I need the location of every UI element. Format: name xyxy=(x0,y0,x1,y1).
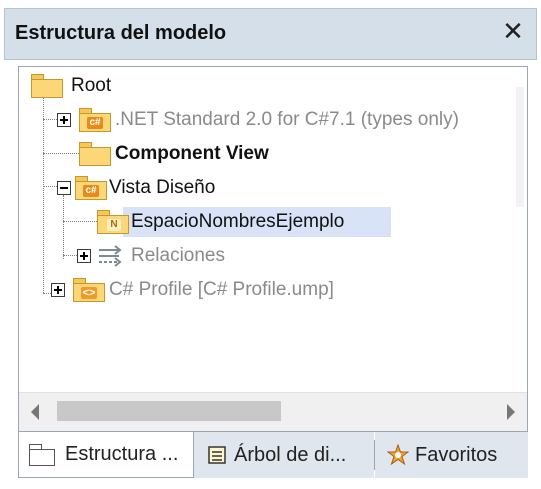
horizontal-scrollbar[interactable] xyxy=(19,392,527,431)
scroll-left-icon[interactable] xyxy=(31,404,39,420)
panel-tabs: Estructura ... Árbol de di... Favoritos xyxy=(18,432,528,480)
collapse-icon[interactable] xyxy=(57,181,71,195)
tab-label: Árbol de di... xyxy=(234,443,347,466)
tree-item-relaciones[interactable]: Relaciones xyxy=(19,241,499,271)
tree-item-label: Relaciones xyxy=(131,245,225,266)
tree-item-espacio-nombres-ejemplo[interactable]: N EspacioNombresEjemplo xyxy=(19,207,499,237)
tree-item-vista-diseno[interactable]: c# Vista Diseño xyxy=(19,173,499,203)
model-tree[interactable]: Root c# .NET Standard 2.0 for C#7.1 (typ… xyxy=(18,66,528,432)
tab-favoritos[interactable]: Favoritos xyxy=(375,432,528,478)
tab-arbol-diagramas[interactable]: Árbol de di... xyxy=(194,432,374,478)
tree-item-label: Root xyxy=(71,75,112,96)
diagram-tree-icon xyxy=(208,446,226,464)
panel-title: Estructura del modelo xyxy=(15,22,227,44)
tab-estructura[interactable]: Estructura ... xyxy=(18,432,194,478)
csharp-folder-icon: c# xyxy=(75,176,107,200)
tree-item-root[interactable]: Root xyxy=(19,71,499,101)
tree-item-component-view[interactable]: Component View xyxy=(19,139,499,169)
tree-item-dotnet-standard[interactable]: c# .NET Standard 2.0 for C#7.1 (types on… xyxy=(19,105,499,135)
profile-folder-icon: <> xyxy=(73,278,105,302)
folder-icon xyxy=(29,443,55,466)
tree-item-label: Vista Diseño xyxy=(109,177,216,198)
tree-item-label: Component View xyxy=(115,143,269,164)
folder-icon xyxy=(31,74,63,98)
scrollbar-thumb[interactable] xyxy=(57,401,281,421)
expand-icon[interactable] xyxy=(51,283,65,297)
expand-icon[interactable] xyxy=(77,249,91,263)
panel-titlebar: Estructura del modelo ✕ xyxy=(4,8,537,60)
expand-icon[interactable] xyxy=(57,113,71,127)
model-tree-panel: Estructura del modelo ✕ Root c# .NET Sta… xyxy=(0,0,541,489)
tab-label: Estructura ... xyxy=(65,443,179,465)
csharp-folder-icon: c# xyxy=(79,108,111,132)
relations-icon xyxy=(99,245,122,267)
folder-icon xyxy=(79,142,111,166)
vertical-scrollbar[interactable] xyxy=(513,67,527,392)
tree-item-csharp-profile[interactable]: <> C# Profile [C# Profile.ump] xyxy=(19,275,499,305)
tree-item-label: EspacioNombresEjemplo xyxy=(131,211,345,232)
namespace-folder-icon: N xyxy=(97,210,129,234)
tree-item-label: .NET Standard 2.0 for C#7.1 (types only) xyxy=(115,109,459,130)
favorites-icon xyxy=(387,444,409,466)
tree-item-label: C# Profile [C# Profile.ump] xyxy=(109,279,334,300)
close-icon[interactable]: ✕ xyxy=(500,19,526,47)
scroll-right-icon[interactable] xyxy=(507,404,515,420)
tab-label: Favoritos xyxy=(415,443,498,466)
